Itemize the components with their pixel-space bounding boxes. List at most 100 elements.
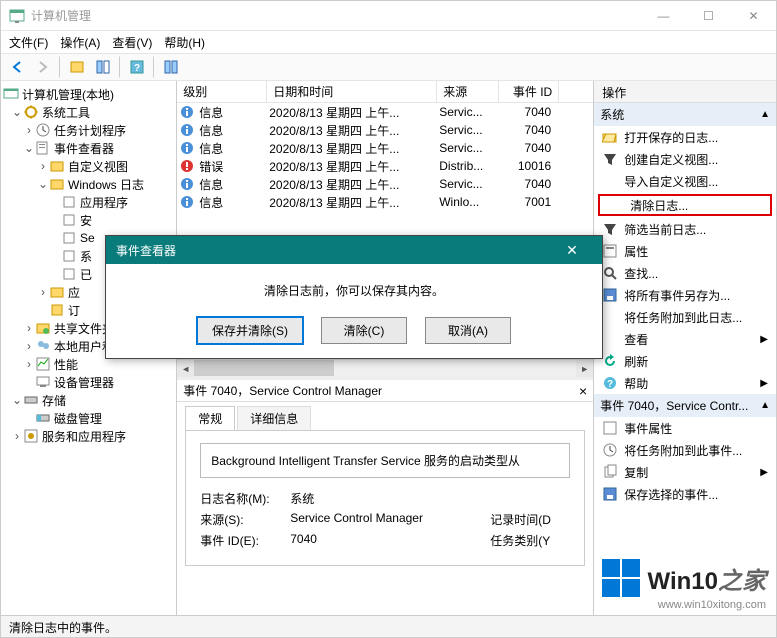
action-create-custom[interactable]: 创建自定义视图...	[594, 148, 776, 170]
app-icon	[9, 8, 25, 24]
tree-system-tools[interactable]: ⌄系统工具	[3, 103, 174, 121]
col-level[interactable]: 级别	[177, 81, 267, 102]
help-icon: ?	[602, 375, 618, 391]
dialog-titlebar: 事件查看器 ✕	[106, 236, 602, 264]
action-import-custom[interactable]: 导入自定义视图...	[594, 170, 776, 192]
info-icon	[179, 195, 195, 209]
back-button[interactable]	[5, 56, 29, 78]
tree-root[interactable]: 计算机管理(本地)	[3, 85, 174, 103]
actions-header: 操作	[594, 81, 776, 103]
statusbar: 清除日志中的事件。	[1, 615, 776, 637]
minimize-button[interactable]: —	[641, 1, 686, 31]
menu-action[interactable]: 操作(A)	[60, 34, 100, 51]
eventid-value: 7040	[290, 532, 490, 549]
svg-text:?: ?	[134, 63, 140, 74]
detail-body: Background Intelligent Transfer Service …	[185, 430, 585, 566]
detail-message: Background Intelligent Transfer Service …	[200, 443, 570, 478]
action-copy[interactable]: 复制▶	[594, 461, 776, 483]
forward-button[interactable]	[31, 56, 55, 78]
info-icon	[179, 177, 195, 191]
funnel-icon	[602, 221, 618, 237]
cancel-button[interactable]: 取消(A)	[425, 317, 511, 344]
actions-panel: 操作 系统▲ 打开保存的日志... 创建自定义视图... 导入自定义视图... …	[594, 81, 776, 615]
info-icon	[179, 123, 195, 137]
detail-tabs: 常规 详细信息	[177, 402, 593, 430]
col-datetime[interactable]: 日期和时间	[267, 81, 437, 102]
event-row[interactable]: 信息2020/8/13 星期四 上午...Servic...7040	[177, 139, 593, 157]
task-icon	[602, 442, 618, 458]
info-icon	[179, 141, 195, 155]
tree-device-manager[interactable]: 设备管理器	[3, 373, 174, 391]
event-row[interactable]: 信息2020/8/13 星期四 上午...Servic...7040	[177, 175, 593, 193]
tree-application[interactable]: 应用程序	[3, 193, 174, 211]
action-refresh[interactable]: 刷新	[594, 350, 776, 372]
tab-details[interactable]: 详细信息	[237, 406, 311, 430]
event-row[interactable]: 信息2020/8/13 星期四 上午...Servic...7040	[177, 103, 593, 121]
eventid-label: 事件 ID(E):	[200, 532, 290, 549]
info-icon	[179, 105, 195, 119]
source-value: Service Control Manager	[290, 511, 490, 528]
tree-custom-views[interactable]: ›自定义视图	[3, 157, 174, 175]
tab-general[interactable]: 常规	[185, 406, 235, 430]
action-event-properties[interactable]: 事件属性	[594, 417, 776, 439]
funnel-icon	[602, 151, 618, 167]
menu-view[interactable]: 查看(V)	[112, 34, 152, 51]
tree-security[interactable]: 安	[3, 211, 174, 229]
menu-help[interactable]: 帮助(H)	[164, 34, 205, 51]
clear-button[interactable]: 清除(C)	[321, 317, 407, 344]
scroll-thumb[interactable]	[194, 360, 334, 376]
source-label: 来源(S):	[200, 511, 290, 528]
toolbar-btn-3[interactable]	[159, 56, 183, 78]
save-icon	[602, 287, 618, 303]
action-filter-current[interactable]: 筛选当前日志...	[594, 218, 776, 240]
action-attach-task-event[interactable]: 将任务附加到此事件...	[594, 439, 776, 461]
col-eventid[interactable]: 事件 ID	[499, 81, 559, 102]
close-button[interactable]: ✕	[731, 1, 776, 31]
list-scrollbar[interactable]: ◄ ►	[177, 359, 593, 376]
toolbar-btn-1[interactable]	[65, 56, 89, 78]
error-icon	[179, 159, 195, 173]
dialog-close-button[interactable]: ✕	[552, 236, 592, 264]
toolbar-help-button[interactable]: ?	[125, 56, 149, 78]
save-and-clear-button[interactable]: 保存并清除(S)	[197, 317, 303, 344]
action-find[interactable]: 查找...	[594, 262, 776, 284]
event-row[interactable]: 信息2020/8/13 星期四 上午...Winlo...7001	[177, 193, 593, 211]
scroll-left-icon[interactable]: ◄	[177, 360, 194, 377]
col-source[interactable]: 来源	[437, 81, 499, 102]
tree-event-viewer[interactable]: ⌄事件查看器	[3, 139, 174, 157]
action-attach-task[interactable]: 将任务附加到此日志...	[594, 306, 776, 328]
refresh-icon	[602, 353, 618, 369]
log-name-value: 系统	[290, 490, 490, 507]
tree-services-apps[interactable]: ›服务和应用程序	[3, 427, 174, 445]
tree-disk-management[interactable]: 磁盘管理	[3, 409, 174, 427]
action-save-selected[interactable]: 保存选择的事件...	[594, 483, 776, 505]
tree-task-scheduler[interactable]: ›任务计划程序	[3, 121, 174, 139]
action-save-all[interactable]: 将所有事件另存为...	[594, 284, 776, 306]
event-row[interactable]: 信息2020/8/13 星期四 上午...Servic...7040	[177, 121, 593, 139]
logged-label: 记录时间(D	[490, 511, 570, 528]
copy-icon	[602, 464, 618, 480]
detail-pane: 事件 7040，Service Control Manager × 常规 详细信…	[177, 376, 593, 574]
action-properties[interactable]: 属性	[594, 240, 776, 262]
dialog-message: 清除日志前，你可以保存其内容。	[106, 282, 602, 299]
actions-section-event[interactable]: 事件 7040，Service Contr...▲	[594, 394, 776, 417]
tree-windows-logs[interactable]: ⌄Windows 日志	[3, 175, 174, 193]
action-clear-log[interactable]: 清除日志...	[598, 194, 772, 216]
clear-log-dialog: 事件查看器 ✕ 清除日志前，你可以保存其内容。 保存并清除(S) 清除(C) 取…	[105, 235, 603, 359]
tree-storage[interactable]: ⌄存储	[3, 391, 174, 409]
toolbar-btn-2[interactable]	[91, 56, 115, 78]
action-view[interactable]: 查看▶	[594, 328, 776, 350]
detail-title: 事件 7040，Service Control Manager	[183, 382, 382, 399]
log-name-label: 日志名称(M):	[200, 490, 290, 507]
maximize-button[interactable]: ☐	[686, 1, 731, 31]
dialog-title: 事件查看器	[116, 242, 176, 259]
category-label: 任务类别(Y	[490, 532, 570, 549]
event-row[interactable]: 错误2020/8/13 星期四 上午...Distrib...10016	[177, 157, 593, 175]
action-help[interactable]: ?帮助▶	[594, 372, 776, 394]
detail-close-icon[interactable]: ×	[579, 383, 587, 399]
actions-section-system[interactable]: 系统▲	[594, 103, 776, 126]
action-open-saved[interactable]: 打开保存的日志...	[594, 126, 776, 148]
detail-header: 事件 7040，Service Control Manager ×	[177, 380, 593, 402]
menu-file[interactable]: 文件(F)	[9, 34, 48, 51]
scroll-right-icon[interactable]: ►	[576, 360, 593, 377]
